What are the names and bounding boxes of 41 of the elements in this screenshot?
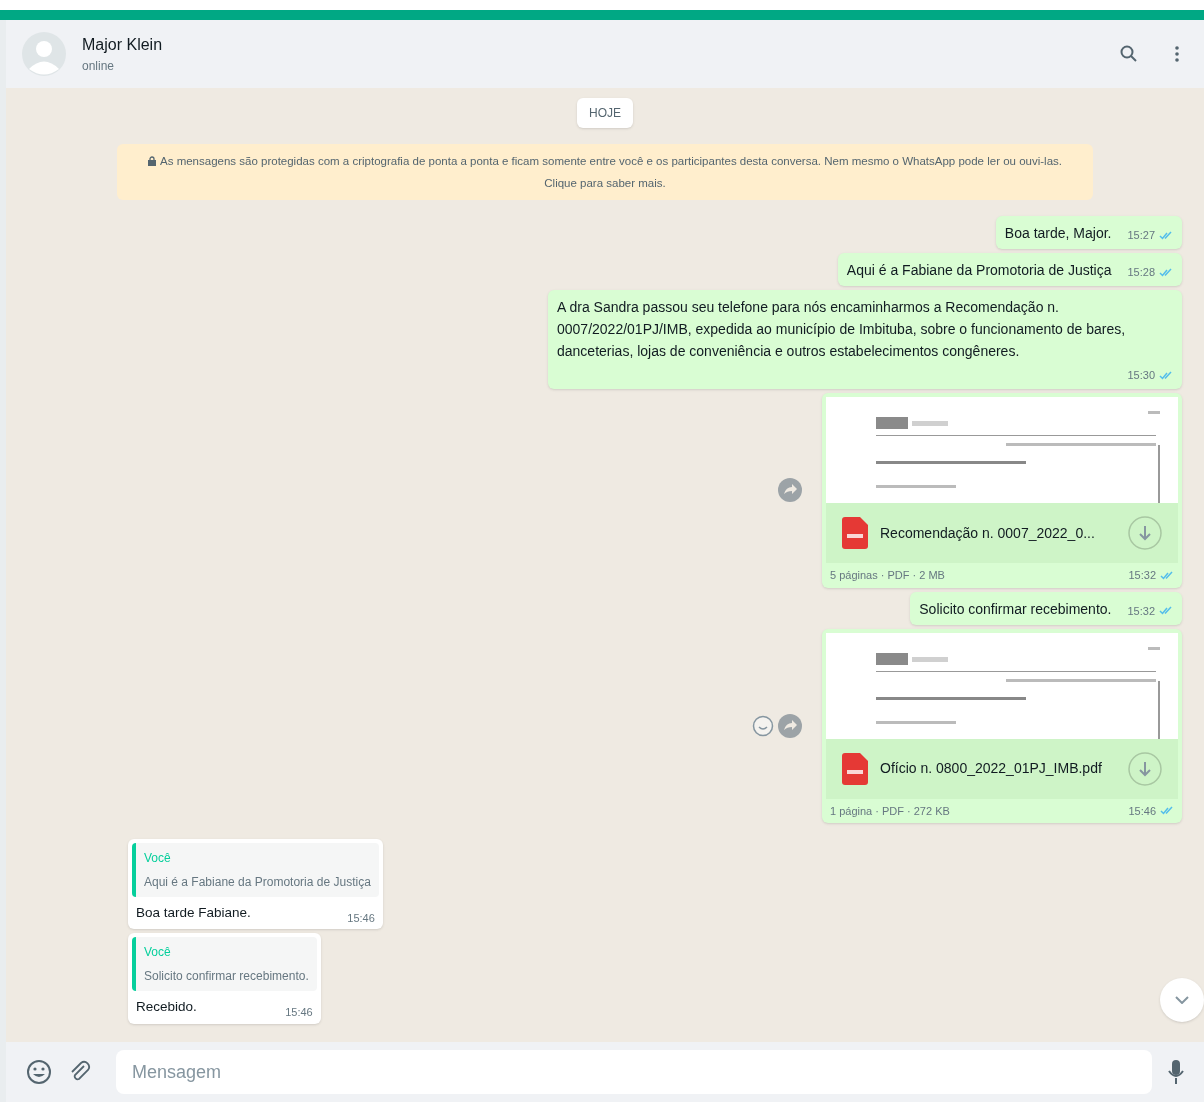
microphone-icon[interactable] [1168,1059,1184,1085]
quote-text: Aqui é a Fabiane da Promotoria de Justiça [144,874,371,891]
message-text: Boa tarde Fabiane. [136,904,251,922]
message-time: 15:46 [285,1005,313,1020]
file-name: Ofício n. 0800_2022_01PJ_IMB.pdf [880,759,1103,778]
message-time: 15:46 [1128,803,1156,819]
file-meta: 1 página · PDF · 272 KB [830,803,950,819]
quote-author: Você [144,944,172,962]
message-input[interactable]: Mensagem [116,1050,1152,1094]
quote-author: Você [144,850,172,867]
message-time: 15:32 [1128,568,1156,583]
message-text: A dra Sandra passou seu telefone para nós encaminharmos a Recomendação n. 0007/2022/01PJ/IMB, expedida ao município de Imbituba, sobre o funcionamento de bares, danceterias, lojas de conveniência e outros estabelecimentos congêneres. [557,298,1127,361]
menu-icon[interactable] [1174,45,1180,63]
message-text: Boa tarde, Major. [1004,224,1112,243]
message-time: 15:32 [1127,603,1155,619]
message-text: Aqui é a Fabiane da Promotoria de Justiça [846,261,1112,280]
encryption-notice[interactable]: As mensagens são protegidas com a criptografia de ponta a ponta e ficam somente entre você e os participantes desta conversa. Nem mesmo o WhatsApp pode ler ou ouvi-las. Clique para saber mais. [117,144,1093,200]
message-time: 15:30 [1127,368,1155,383]
download-icon[interactable] [1128,516,1162,550]
date-chip: HOJE [577,98,633,128]
pdf-file-icon [842,517,868,549]
file-meta: 5 páginas · PDF · 2 MB [830,568,945,583]
message-time: 15:28 [1127,265,1155,280]
message-time: 15:46 [347,910,375,926]
message-time: 15:27 [1127,228,1155,243]
contact-name: Major Klein [82,35,164,55]
chevron-down-icon [1175,996,1189,1004]
scroll-down-button[interactable] [1160,978,1204,1022]
quote-text: Solicito confirmar recebimento. [144,968,309,986]
forward-icon[interactable] [778,713,802,738]
search-icon[interactable] [1120,45,1138,63]
pdf-file-icon [842,752,868,785]
file-name: Recomendação n. 0007_2022_0... [880,523,1096,543]
message-text: Recebido. [136,998,197,1017]
contact-status: online [82,58,116,75]
lock-icon [148,156,156,166]
forward-icon[interactable] [778,478,802,503]
emoji-icon[interactable] [26,1059,52,1085]
emoji-icon[interactable] [752,714,774,737]
download-icon[interactable] [1128,751,1162,786]
message-text: Solicito confirmar recebimento. [919,599,1112,619]
